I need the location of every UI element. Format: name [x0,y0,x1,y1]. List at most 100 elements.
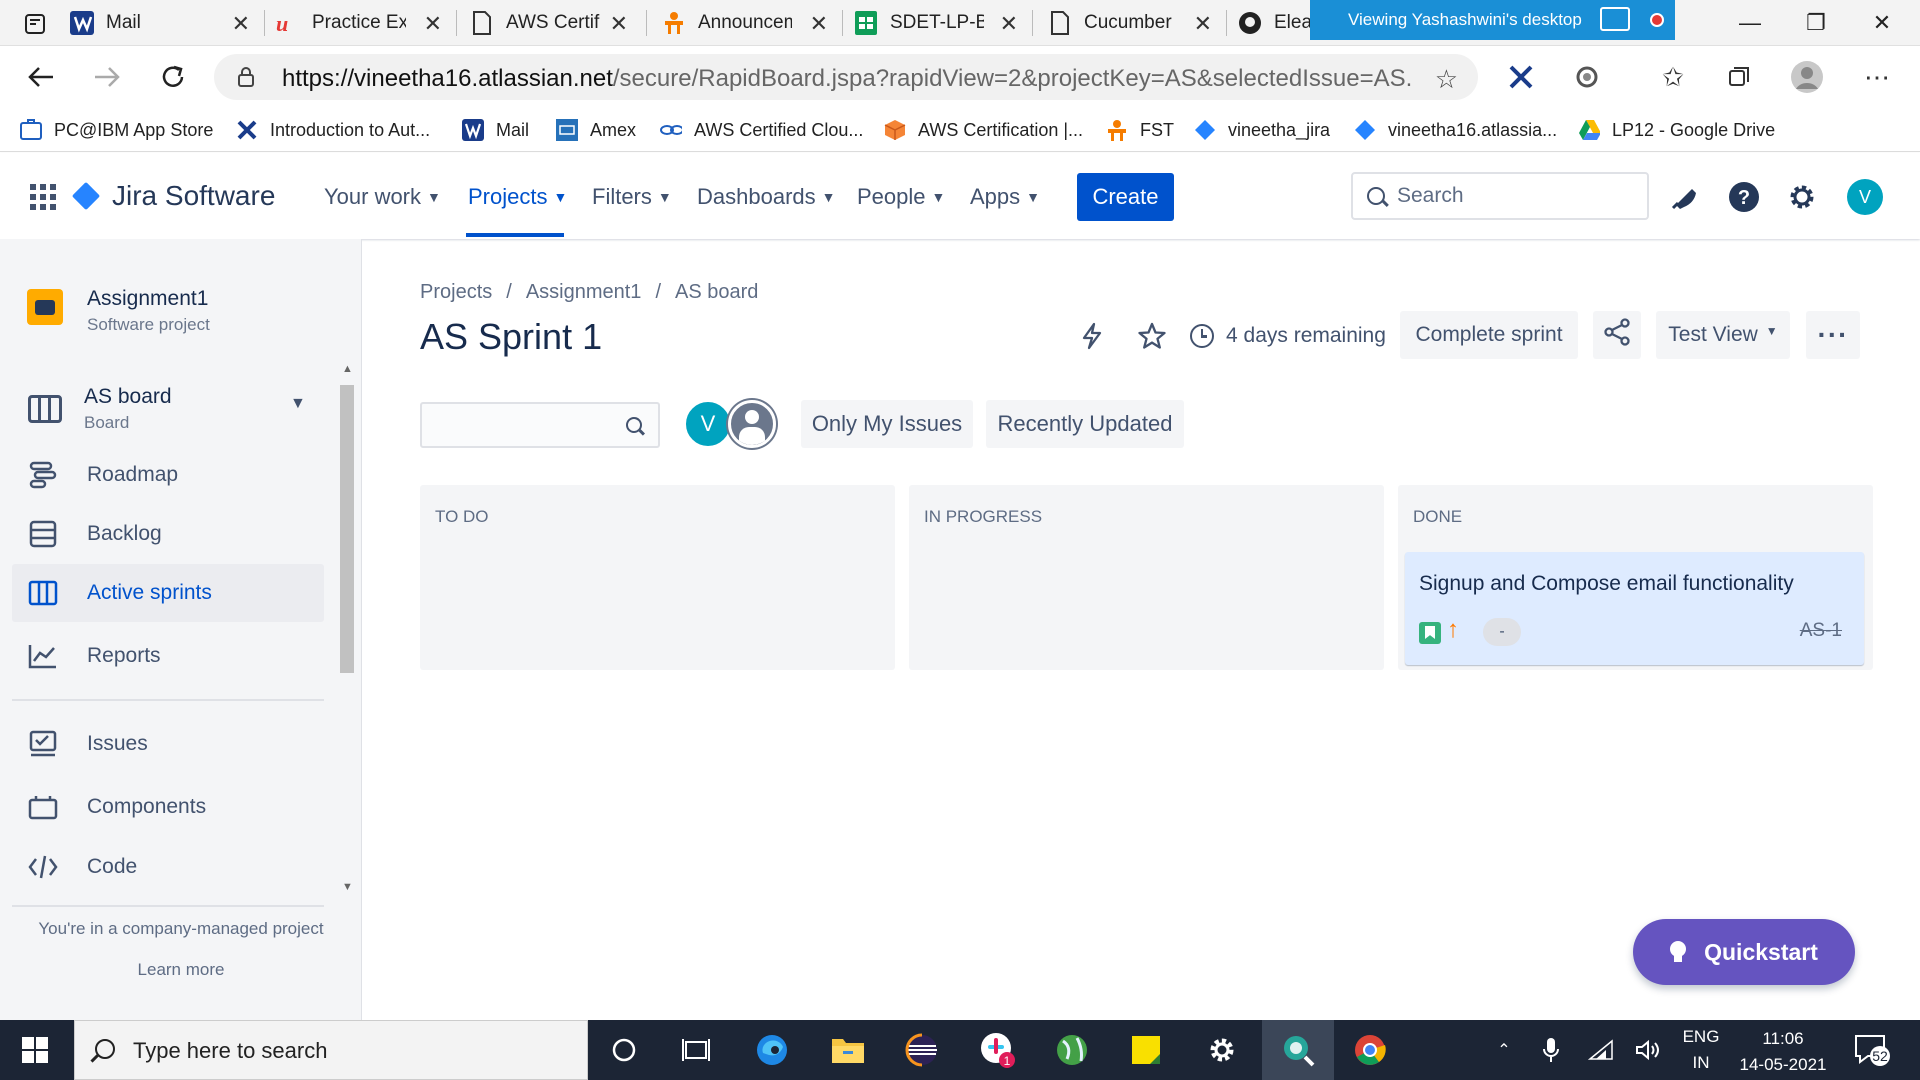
only-my-issues-button[interactable]: Only My Issues [801,400,973,448]
file-explorer-icon[interactable] [826,1028,870,1072]
sidebar-item-backlog[interactable]: Backlog [12,505,324,563]
eclipse-icon[interactable] [900,1028,944,1072]
system-clock[interactable]: 11:06 14-05-2021 [1728,1026,1838,1078]
volume-icon[interactable] [1634,1020,1664,1080]
browser-tab-cucumber[interactable]: Cucumber ✕ [1048,0,1224,46]
chrome-icon[interactable] [1348,1028,1392,1072]
forward-arrow-icon[interactable] [88,58,126,96]
browser-tab-github[interactable]: Elea [1238,0,1310,46]
sidebar-item-active-sprints[interactable]: Active sprints [12,564,324,622]
close-icon[interactable]: ✕ [810,11,828,37]
recently-updated-button[interactable]: Recently Updated [986,400,1184,448]
breadcrumb-project[interactable]: Assignment1 [526,281,642,304]
nav-projects[interactable]: Projects ▼ [468,180,567,214]
scroll-up-icon[interactable]: ▲ [342,363,353,375]
jira-extension-icon[interactable] [1504,60,1538,94]
collections-icon[interactable] [1722,60,1756,94]
action-center-icon[interactable]: 52 [1854,1034,1890,1066]
windows-start-icon[interactable] [22,1037,48,1063]
browser-tab-announcement[interactable]: Announcem ✕ [662,0,840,46]
url-bar[interactable]: https://vineetha16.atlassian.net/secure/… [214,54,1478,100]
star-icon[interactable] [1134,318,1170,354]
show-hidden-icons-icon[interactable]: ⌃ [1486,1020,1522,1080]
sidebar-scrollbar[interactable]: ▲ ▼ [338,361,356,901]
refresh-icon[interactable] [154,58,192,96]
quickstart-button[interactable]: Quickstart [1633,919,1855,985]
close-icon[interactable]: ✕ [610,11,628,37]
close-window-icon[interactable]: ✕ [1852,0,1912,46]
minimize-icon[interactable]: — [1720,0,1780,46]
record-icon[interactable] [1650,13,1664,27]
user-filter-avatar[interactable]: V [684,400,732,448]
edge-browser-icon[interactable] [750,1028,794,1072]
browser-tab-mail[interactable]: Mail ✕ [70,0,262,46]
back-arrow-icon[interactable] [22,58,60,96]
slack-icon[interactable]: 1 [976,1028,1020,1072]
more-menu-icon[interactable]: ⋯ [1860,60,1894,94]
profile-avatar-icon[interactable] [1790,60,1824,94]
notifications-icon[interactable] [1664,177,1704,217]
nav-people[interactable]: People ▼ [857,180,945,214]
help-icon[interactable]: ? [1724,177,1764,217]
favorites-icon[interactable]: ✩ [1656,60,1690,94]
bookmark-item[interactable]: vineetha16.atlassia... [1354,114,1557,146]
language-indicator[interactable]: ENG IN [1680,1020,1722,1080]
nav-your-work[interactable]: Your work ▼ [324,180,441,214]
search-box[interactable] [1351,172,1649,220]
more-actions-button[interactable]: ··· [1806,311,1860,359]
issue-key[interactable]: AS-1 [1800,620,1842,642]
board-selector[interactable]: AS board Board ▼ [28,385,318,443]
close-icon[interactable]: ✕ [1194,11,1212,37]
bookmark-item[interactable]: vineetha_jira [1194,114,1330,146]
sidebar-item-components[interactable]: Components [12,778,324,836]
monitor-icon[interactable] [1600,7,1630,31]
learn-more-link[interactable]: Learn more [0,960,362,980]
sticky-notes-icon[interactable] [1124,1028,1168,1072]
close-icon[interactable]: ✕ [424,11,442,37]
bookmark-item[interactable]: FST [1106,114,1174,146]
automation-lightning-icon[interactable] [1074,318,1110,354]
remote-viewer-icon[interactable] [1262,1020,1334,1080]
share-button[interactable] [1593,311,1641,359]
sidebar-item-reports[interactable]: Reports [12,627,324,685]
bookmark-item[interactable]: Introduction to Aut... [236,114,430,146]
complete-sprint-button[interactable]: Complete sprint [1400,311,1578,359]
browser-tab-aws[interactable]: AWS Certifi ✕ [470,0,640,46]
bookmark-item[interactable]: Mail [462,114,529,146]
bookmark-item[interactable]: AWS Certified Clou... [660,114,863,146]
nav-apps[interactable]: Apps ▼ [970,180,1040,214]
jira-logo[interactable]: Jira Software [71,179,275,213]
extension-circle-icon[interactable] [1570,60,1604,94]
restore-icon[interactable]: ❐ [1786,0,1846,46]
bookmark-item[interactable]: AWS Certification |... [884,114,1083,146]
close-icon[interactable]: ✕ [232,11,250,37]
cortana-icon[interactable] [602,1028,646,1072]
search-input[interactable] [1397,182,1637,210]
scroll-down-icon[interactable]: ▼ [342,881,353,893]
url-text[interactable]: https://vineetha16.atlassian.net/secure/… [282,65,1412,93]
bookmark-item[interactable]: Amex [556,114,636,146]
scrollbar-thumb[interactable] [340,385,354,673]
globe-vpn-icon[interactable] [1050,1028,1094,1072]
bookmark-item[interactable]: LP12 - Google Drive [1578,114,1775,146]
tab-actions-icon[interactable] [20,9,50,39]
create-button[interactable]: Create [1077,173,1174,221]
breadcrumb-board[interactable]: AS board [675,281,758,304]
breadcrumb-projects[interactable]: Projects [420,281,492,304]
sidebar-item-issues[interactable]: Issues [12,715,324,773]
board-view-dropdown[interactable]: Test View ▼ [1656,311,1790,359]
lock-icon[interactable] [238,67,254,87]
settings-gear-icon[interactable] [1782,177,1822,217]
user-avatar[interactable]: V [1847,179,1883,215]
unassigned-avatar-icon[interactable] [728,400,776,448]
nav-dashboards[interactable]: Dashboards ▼ [697,180,836,214]
browser-tab-practice[interactable]: u Practice Exa ✕ [276,0,454,46]
settings-gear-icon[interactable] [1200,1028,1244,1072]
taskbar-search-box[interactable]: Type here to search [74,1020,588,1080]
wifi-icon[interactable] [1586,1020,1616,1080]
board-search-input[interactable] [420,402,660,448]
close-icon[interactable]: ✕ [1000,11,1018,37]
sidebar-item-roadmap[interactable]: Roadmap [12,446,324,504]
add-favorite-icon[interactable]: ☆ [1435,64,1458,95]
app-switcher-icon[interactable] [30,184,56,210]
